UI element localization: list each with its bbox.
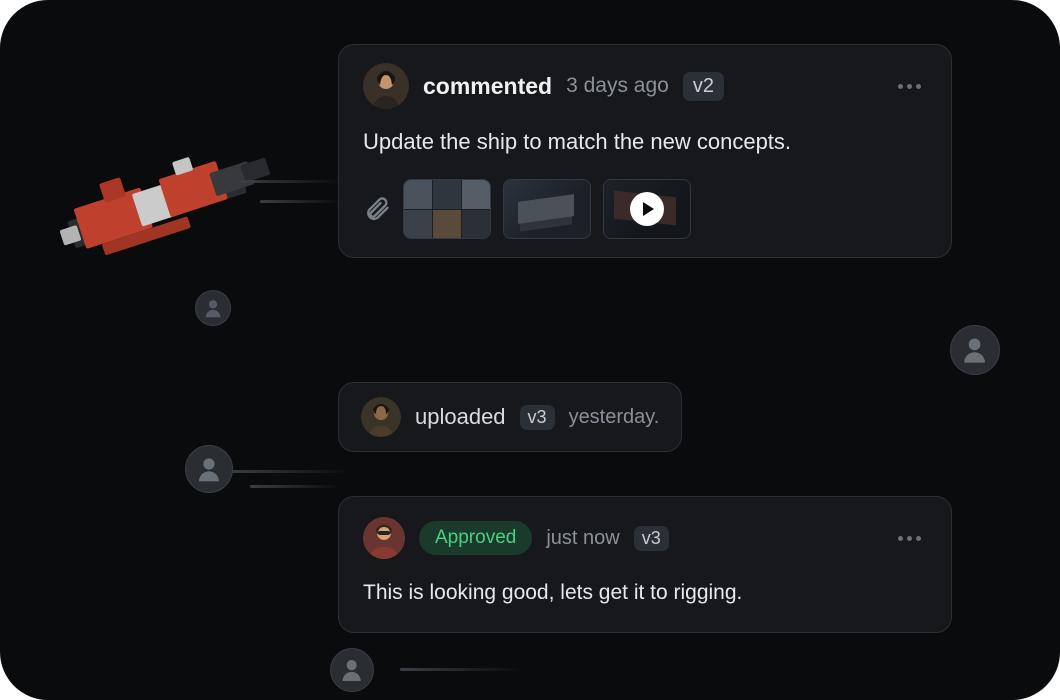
activity-feed-canvas: commented 3 days ago v2 Update the ship … [0, 0, 1060, 700]
attachment-thumbnail[interactable] [503, 179, 591, 239]
motion-line [240, 180, 340, 183]
activity-action-label: uploaded [415, 404, 506, 430]
motion-line [250, 485, 340, 488]
background-avatar [185, 445, 233, 493]
more-options-button[interactable] [892, 80, 927, 93]
activity-card-comment: commented 3 days ago v2 Update the ship … [338, 44, 952, 258]
play-icon [630, 192, 664, 226]
activity-card-upload: uploaded v3 yesterday. [338, 382, 682, 452]
motion-line [260, 200, 340, 203]
attachment-thumbnail[interactable] [403, 179, 491, 239]
version-badge[interactable]: v3 [634, 526, 669, 551]
background-avatar [950, 325, 1000, 375]
attachment-thumbnail-video[interactable] [603, 179, 691, 239]
paperclip-icon [363, 195, 391, 223]
attachment-row [363, 179, 927, 239]
comment-body: Update the ship to match the new concept… [363, 125, 927, 159]
background-avatar [330, 648, 374, 692]
activity-card-approval: Approved just now v3 This is looking goo… [338, 496, 952, 633]
activity-timestamp: yesterday. [569, 406, 660, 429]
activity-action-label: commented [423, 73, 552, 100]
avatar [361, 397, 401, 437]
background-avatar [195, 290, 231, 326]
more-options-button[interactable] [892, 532, 927, 545]
activity-timestamp: just now [546, 527, 619, 550]
version-badge[interactable]: v3 [520, 405, 555, 430]
avatar [363, 63, 409, 109]
version-badge[interactable]: v2 [683, 72, 724, 101]
activity-timestamp: 3 days ago [566, 74, 669, 98]
avatar [363, 517, 405, 559]
comment-body: This is looking good, lets get it to rig… [363, 577, 927, 610]
motion-line [230, 470, 350, 473]
motion-line [400, 668, 520, 671]
status-badge-approved: Approved [419, 521, 532, 555]
